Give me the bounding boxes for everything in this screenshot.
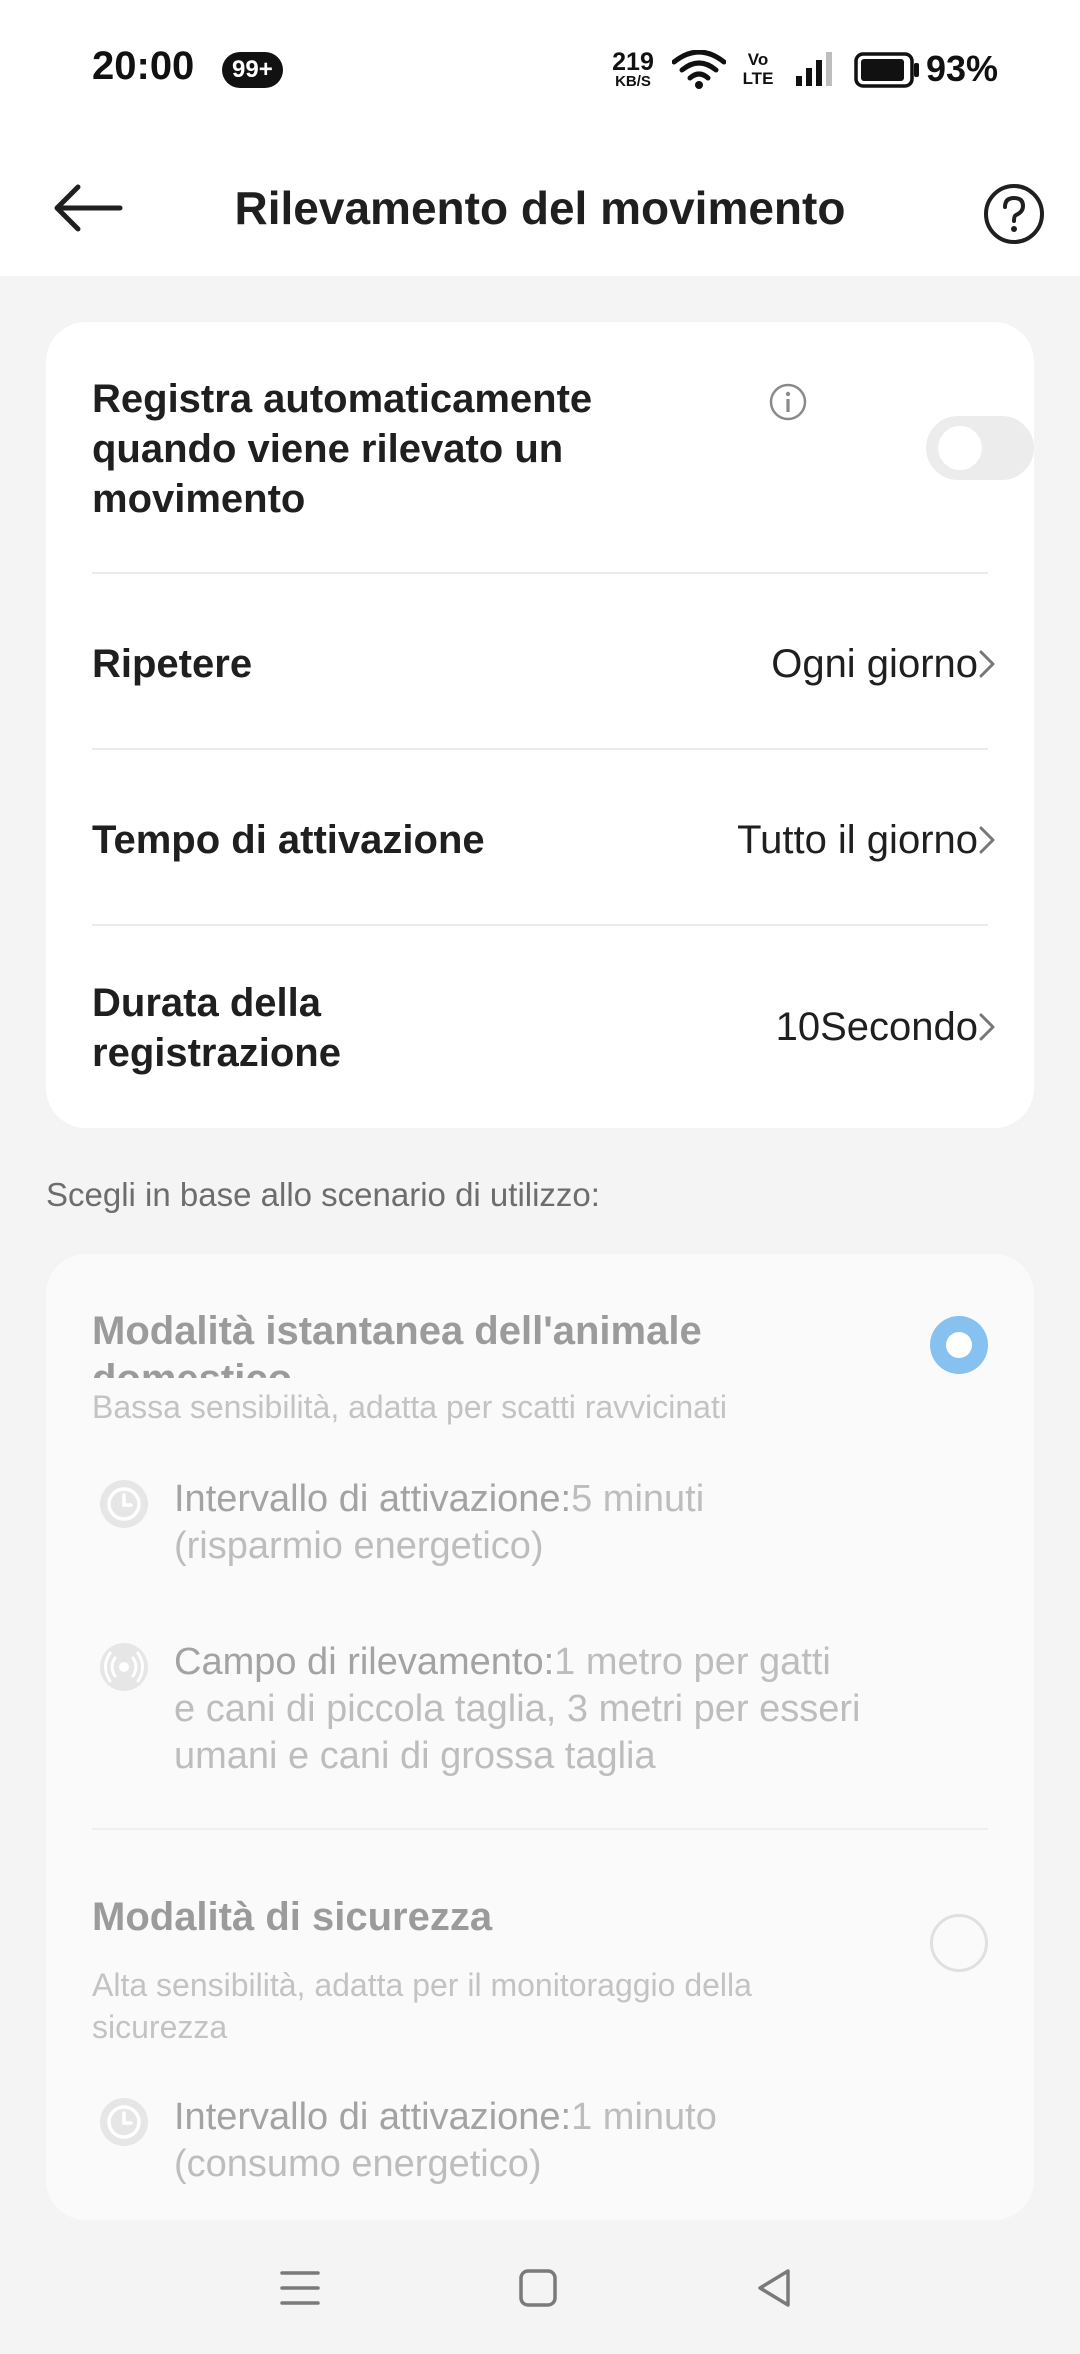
activation-time-value: Tutto il giorno [737, 818, 978, 862]
network-speed-unit: KB/S [615, 73, 651, 90]
recording-duration-value: 10Secondo [775, 1005, 978, 1049]
divider [92, 1828, 988, 1830]
question-circle-icon [984, 184, 1044, 244]
status-bar: 20:00 99+ 219 KB/S Vo LTE 93% [0, 0, 1080, 140]
square-icon [519, 2269, 557, 2307]
chevron-right-icon [979, 650, 995, 678]
settings-card: Registra automaticamente quando viene ri… [46, 322, 1034, 1128]
pet-mode-radio[interactable] [930, 1316, 988, 1374]
divider [92, 748, 988, 750]
network-speed-value: 219 [612, 48, 654, 76]
pet-mode-title: Modalità istantanea dell'animale [92, 1309, 702, 1353]
recording-duration-row[interactable]: Durata della registrazione 10Secondo [92, 978, 995, 1078]
volte-indicator: Vo LTE [738, 50, 778, 88]
screen: 20:00 99+ 219 KB/S Vo LTE 93% Rilevament… [0, 0, 1080, 2354]
network-speed: 219 KB/S [608, 50, 658, 90]
divider [92, 924, 988, 926]
volte-top: Vo [747, 50, 769, 69]
chevron-right-icon [979, 1013, 995, 1041]
battery-icon [854, 52, 919, 88]
app-header: Rilevamento del movimento [0, 140, 1080, 276]
page-title: Rilevamento del movimento [234, 182, 846, 234]
back-button[interactable] [48, 176, 128, 240]
auto-record-row: Registra automaticamente quando viene ri… [92, 374, 988, 524]
arrow-left-icon [54, 184, 123, 232]
radar-icon [100, 1643, 148, 1691]
repeat-value: Ogni giorno [771, 642, 978, 686]
pet-mode-title-cont: domestico [92, 1354, 292, 1378]
clock-icon [100, 1480, 148, 1528]
battery-percent: 93% [926, 48, 999, 89]
system-nav-bar [0, 2222, 1080, 2354]
triangle-back-icon [758, 2269, 790, 2307]
back-nav-button[interactable] [746, 2260, 802, 2316]
feature-text: Intervallo di attivazione:1 minuto (cons… [174, 2096, 717, 2185]
auto-record-label: Registra automaticamente quando viene ri… [92, 377, 593, 521]
security-mode-subtitle: Alta sensibilità, adatta per il monitora… [92, 1967, 752, 2045]
home-button[interactable] [510, 2260, 566, 2316]
modes-card: Modalità istantanea dell'animale domesti… [46, 1254, 1034, 2220]
security-mode-radio[interactable] [930, 1914, 988, 1972]
status-time: 20:00 [92, 44, 195, 88]
repeat-row[interactable]: Ripetere Ogni giorno [92, 639, 995, 689]
clock-icon [100, 2098, 148, 2146]
toggle-knob [938, 426, 982, 470]
auto-record-toggle[interactable] [926, 416, 1034, 480]
recents-button[interactable] [272, 2260, 328, 2316]
notification-badge: 99+ [222, 52, 283, 88]
divider [92, 572, 988, 574]
chevron-right-icon [979, 826, 995, 854]
wifi-icon [672, 50, 726, 89]
feature-text: Intervallo di attivazione:5 minuti (risp… [174, 1478, 705, 1567]
pet-mode-subtitle: Bassa sensibilità, adatta per scatti rav… [92, 1389, 727, 1425]
help-button[interactable] [982, 182, 1046, 246]
volte-bottom: LTE [742, 69, 774, 88]
signal-icon [796, 52, 832, 86]
menu-icon [280, 2271, 320, 2305]
info-icon[interactable] [768, 382, 808, 422]
scenario-caption: Scegli in base allo scenario di utilizzo… [46, 1176, 600, 1213]
security-mode-title: Modalità di sicurezza [92, 1895, 493, 1939]
feature-text: Campo di rilevamento:1 metro per gatti e… [174, 1641, 861, 1777]
activation-time-row[interactable]: Tempo di attivazione Tutto il giorno [92, 815, 995, 865]
